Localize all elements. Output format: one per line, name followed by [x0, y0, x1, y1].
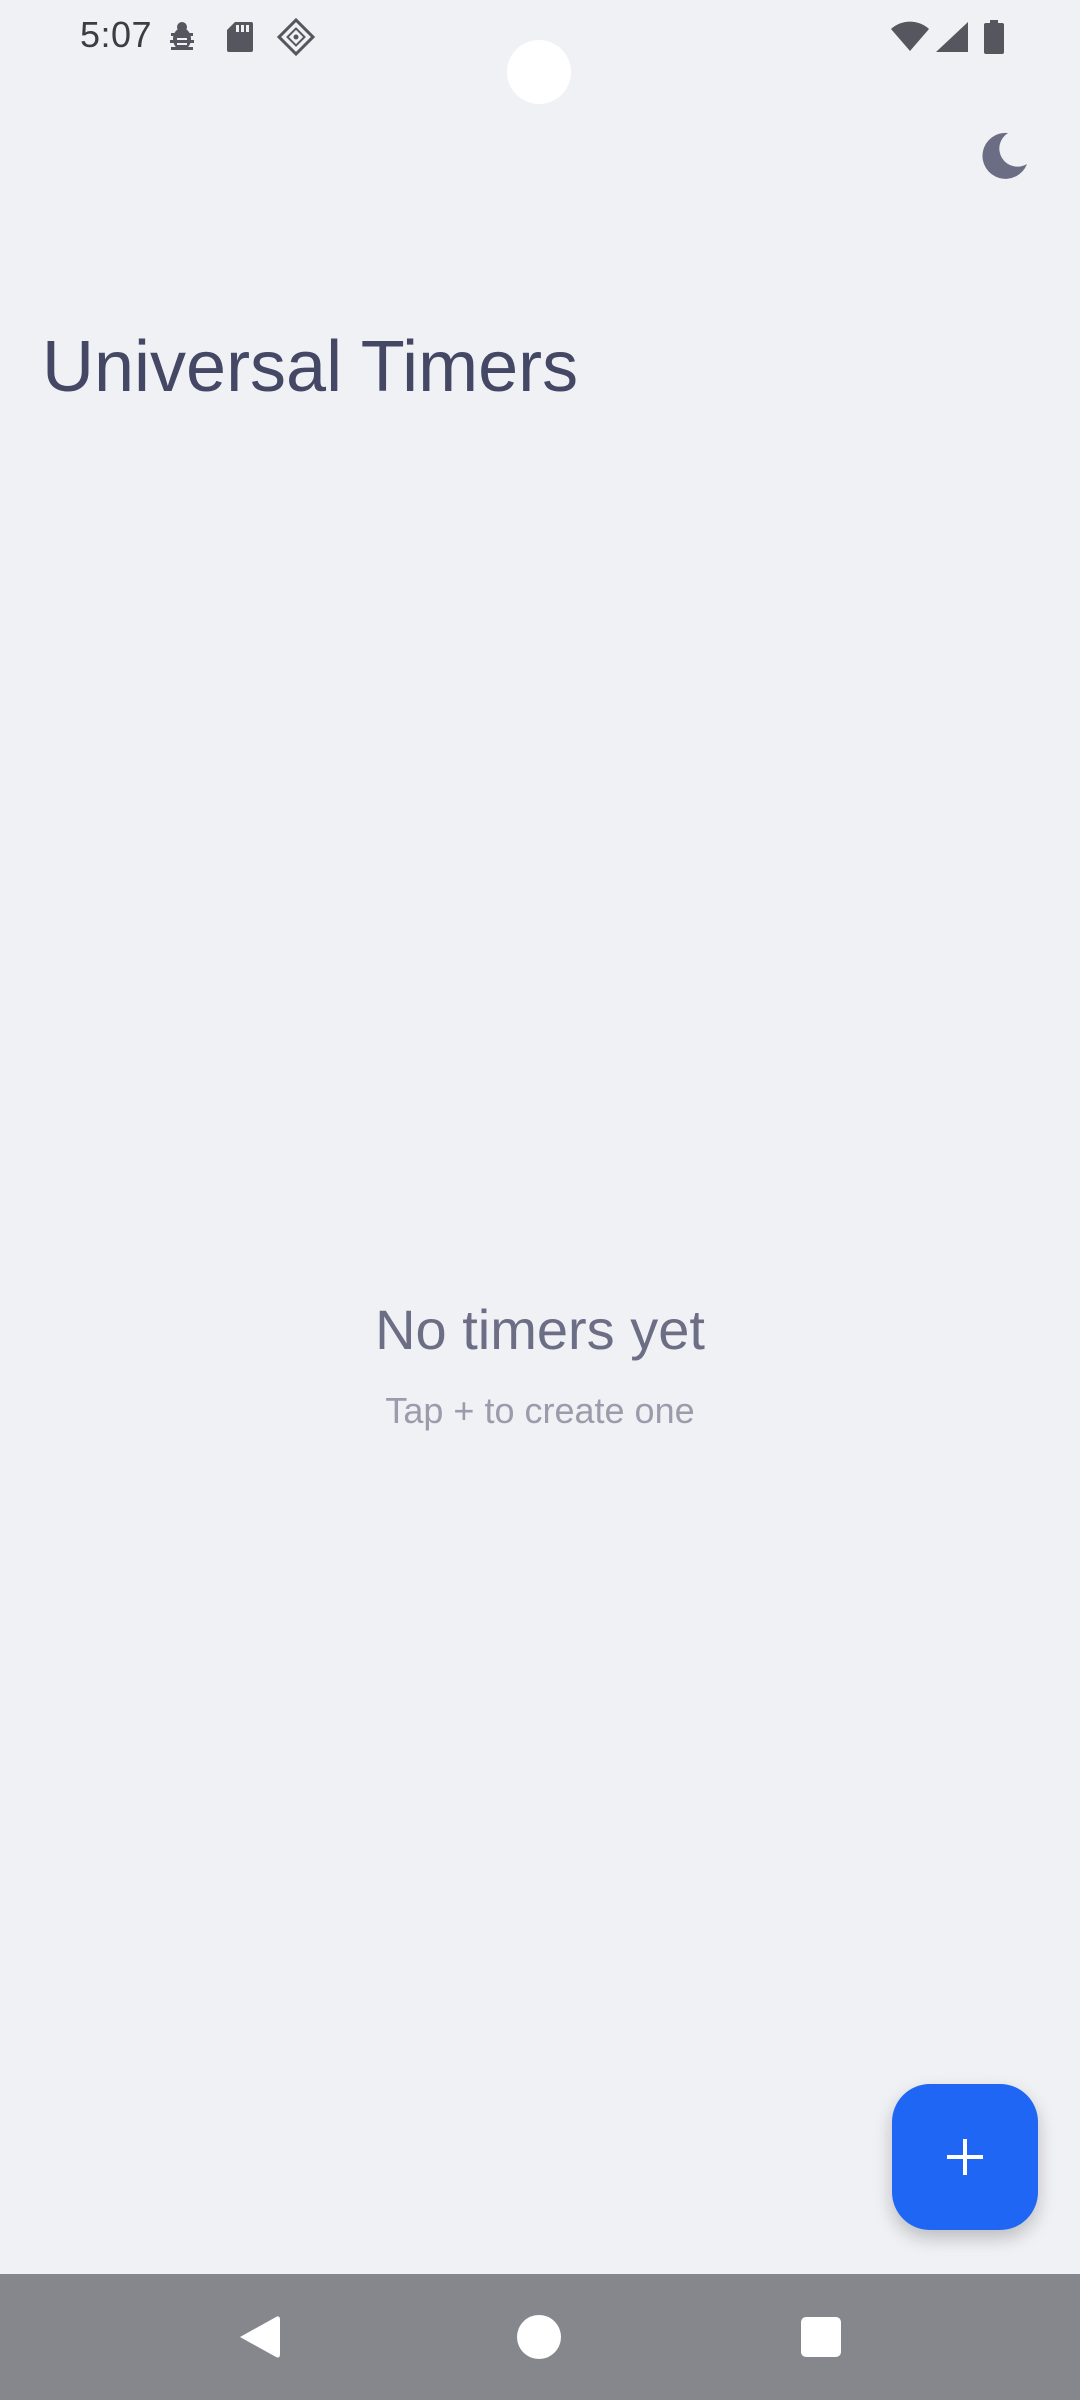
signal-icon: [934, 18, 970, 56]
theme-toggle-button[interactable]: [972, 124, 1036, 188]
empty-state-subtitle: Tap + to create one: [385, 1390, 695, 1432]
plus-icon: [947, 2139, 983, 2175]
sd-card-icon: [224, 18, 256, 56]
wifi-icon: [888, 18, 932, 56]
add-timer-button[interactable]: [892, 2084, 1038, 2230]
battery-icon: [982, 18, 1006, 56]
home-icon: [517, 2315, 561, 2359]
moon-icon: [982, 132, 1027, 179]
nav-back-button[interactable]: [214, 2292, 304, 2382]
location-diamond-icon: [276, 18, 316, 56]
recents-icon: [801, 2317, 841, 2357]
empty-state-title: No timers yet: [375, 1298, 705, 1361]
app-screen: 5:07 Universal Timers No timers yet Tap …: [0, 0, 1080, 2400]
nav-home-button[interactable]: [494, 2292, 584, 2382]
back-icon: [240, 2316, 280, 2358]
camera-cutout: [507, 40, 571, 104]
page-title: Universal Timers: [42, 327, 579, 407]
status-time: 5:07: [80, 14, 153, 55]
bug-icon: [164, 18, 200, 56]
navigation-bar: [0, 2274, 1080, 2400]
nav-recents-button[interactable]: [776, 2292, 866, 2382]
empty-state: No timers yet Tap + to create one: [0, 1296, 1080, 1432]
